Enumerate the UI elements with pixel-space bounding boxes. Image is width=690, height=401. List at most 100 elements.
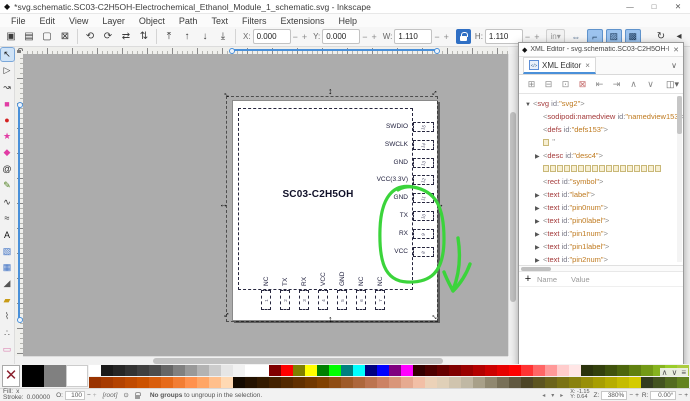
pin-stub-bottom[interactable]: 7 bbox=[375, 290, 385, 310]
layer-visibility-icon[interactable]: ⊙ bbox=[123, 391, 128, 399]
canvas[interactable]: SC03-C2H5OH 15SWDIO14SWCLK13GND12VCC(3.3… bbox=[23, 54, 508, 356]
palette-swatch[interactable] bbox=[461, 365, 473, 376]
palette-swatch[interactable] bbox=[641, 377, 653, 388]
selection-scale-handle[interactable]: ↔ bbox=[435, 200, 444, 208]
palette-swatch[interactable] bbox=[485, 365, 497, 376]
canvas-horizontal-scrollbar[interactable] bbox=[23, 356, 508, 364]
xml-tree-row[interactable] bbox=[525, 162, 673, 175]
xml-tree-row[interactable]: " bbox=[525, 136, 673, 149]
palette-down-icon[interactable]: ∨ bbox=[671, 368, 677, 377]
star-tool-icon[interactable]: ★ bbox=[1, 130, 14, 143]
palette-swatch[interactable] bbox=[509, 365, 521, 376]
palette-swatch[interactable] bbox=[66, 365, 88, 387]
pin-stub-right[interactable]: 15 bbox=[413, 122, 434, 132]
new-text-node-button[interactable]: ⊟ bbox=[540, 77, 557, 92]
v-scroll-thumb[interactable] bbox=[510, 112, 516, 302]
palette-swatch[interactable] bbox=[665, 377, 677, 388]
opacity-plus-icon[interactable]: + bbox=[93, 392, 97, 399]
y-spin-plus-icon[interactable]: + bbox=[369, 32, 378, 42]
palette-swatch[interactable] bbox=[22, 365, 44, 387]
palette-swatch[interactable] bbox=[353, 365, 365, 376]
palette-swatch[interactable] bbox=[173, 377, 185, 388]
selection-scale-handle[interactable]: ↕ bbox=[328, 315, 333, 323]
vertical-ruler[interactable] bbox=[15, 54, 23, 356]
palette-swatch[interactable] bbox=[113, 377, 125, 388]
text-node-icon[interactable] bbox=[571, 165, 577, 172]
palette-swatch[interactable] bbox=[449, 377, 461, 388]
palette-swatch[interactable] bbox=[161, 377, 173, 388]
palette-swatch[interactable] bbox=[629, 377, 641, 388]
selection-scale-handle[interactable]: ↕ bbox=[328, 87, 333, 95]
xml-tree-row[interactable]: ▶<text id:"pin1num"> bbox=[525, 227, 673, 240]
palette-swatch[interactable] bbox=[245, 377, 257, 388]
pin-stub-right[interactable]: 9 bbox=[413, 229, 434, 239]
paint-bucket-tool-icon[interactable]: ▰ bbox=[1, 294, 14, 307]
palette-swatch[interactable] bbox=[293, 377, 305, 388]
palette-swatch[interactable] bbox=[557, 377, 569, 388]
palette-swatch[interactable] bbox=[413, 377, 425, 388]
text-node-icon[interactable] bbox=[543, 165, 549, 172]
palette-swatch[interactable] bbox=[533, 365, 545, 376]
y-input[interactable]: 0.000 bbox=[322, 29, 360, 44]
lower-button[interactable]: ↓ bbox=[196, 28, 214, 45]
rotation-input[interactable]: 0.00° bbox=[650, 391, 676, 400]
palette-swatch[interactable] bbox=[593, 365, 605, 376]
calligraphy-tool-icon[interactable]: ≈ bbox=[1, 212, 14, 225]
minimize-button[interactable]: — bbox=[618, 0, 642, 14]
palette-scroll-left-icon[interactable]: ◂ bbox=[539, 393, 548, 399]
text-node-icon[interactable] bbox=[648, 165, 654, 172]
text-tool-icon[interactable]: A bbox=[1, 228, 14, 241]
tree-scroll-thumb[interactable] bbox=[677, 96, 682, 134]
xml-tree-row[interactable]: <sodipodi:namedview id:"namedview153"> bbox=[525, 110, 673, 123]
palette-swatch[interactable] bbox=[173, 365, 185, 376]
palette-swatch[interactable] bbox=[245, 365, 257, 376]
palette-swatch[interactable] bbox=[233, 377, 245, 388]
pin-stub-bottom[interactable]: 2 bbox=[280, 290, 290, 310]
text-node-icon[interactable] bbox=[585, 165, 591, 172]
palette-swatch[interactable] bbox=[161, 365, 173, 376]
palette-swatch[interactable] bbox=[353, 377, 365, 388]
palette-swatch[interactable] bbox=[497, 377, 509, 388]
raise-to-top-button[interactable]: ⤒ bbox=[160, 28, 178, 45]
palette-swatch[interactable] bbox=[89, 365, 101, 376]
xml-tree-row[interactable]: ▶<text id:"pin0label"> bbox=[525, 214, 673, 227]
palette-swatch[interactable] bbox=[365, 365, 377, 376]
pen-tool-icon[interactable]: ∿ bbox=[1, 196, 14, 209]
palette-swatch[interactable] bbox=[281, 377, 293, 388]
pin-stub-right[interactable]: 11 bbox=[413, 193, 434, 203]
lower-to-bottom-button[interactable]: ⤓ bbox=[214, 28, 232, 45]
palette-swatch[interactable] bbox=[221, 365, 233, 376]
xml-tree-row[interactable]: <rect id:"symbol"> bbox=[525, 175, 673, 188]
palette-swatch[interactable] bbox=[317, 377, 329, 388]
w-spin-minus-icon[interactable]: − bbox=[432, 32, 441, 42]
w-input[interactable]: 1.110 bbox=[394, 29, 432, 44]
gradient-tool-icon[interactable]: ▧ bbox=[1, 245, 14, 258]
palette-swatch[interactable] bbox=[497, 365, 509, 376]
menu-file[interactable]: File bbox=[4, 16, 33, 26]
palette-swatch[interactable] bbox=[557, 365, 569, 376]
menu-extensions[interactable]: Extensions bbox=[273, 16, 331, 26]
selector-tool-icon[interactable]: ↖ bbox=[1, 48, 14, 61]
palette-swatch[interactable] bbox=[257, 365, 269, 376]
palette-swatch[interactable] bbox=[233, 365, 245, 376]
menu-view[interactable]: View bbox=[62, 16, 95, 26]
palette-swatch[interactable] bbox=[185, 377, 197, 388]
palette-swatch[interactable] bbox=[329, 377, 341, 388]
x-spin-minus-icon[interactable]: − bbox=[291, 32, 300, 42]
palette-swatch[interactable] bbox=[269, 377, 281, 388]
maximize-button[interactable]: □ bbox=[642, 0, 666, 14]
palette-swatch[interactable] bbox=[401, 365, 413, 376]
menu-text[interactable]: Text bbox=[204, 16, 235, 26]
palette-swatch[interactable] bbox=[581, 365, 593, 376]
pin-stub-right[interactable]: 10 bbox=[413, 211, 434, 221]
palette-swatch[interactable] bbox=[437, 377, 449, 388]
pin-stub-right[interactable]: 8 bbox=[413, 247, 434, 257]
no-color-swatch[interactable]: ✕ bbox=[2, 365, 20, 387]
rotation-minus-icon[interactable]: − bbox=[678, 392, 682, 399]
text-node-icon[interactable] bbox=[606, 165, 612, 172]
palette-swatch[interactable] bbox=[473, 365, 485, 376]
palette-swatch[interactable] bbox=[89, 377, 101, 388]
palette-swatch[interactable] bbox=[221, 377, 233, 388]
h-spin-minus-icon[interactable]: − bbox=[523, 32, 532, 42]
pin-stub-bottom[interactable]: 5 bbox=[337, 290, 347, 310]
